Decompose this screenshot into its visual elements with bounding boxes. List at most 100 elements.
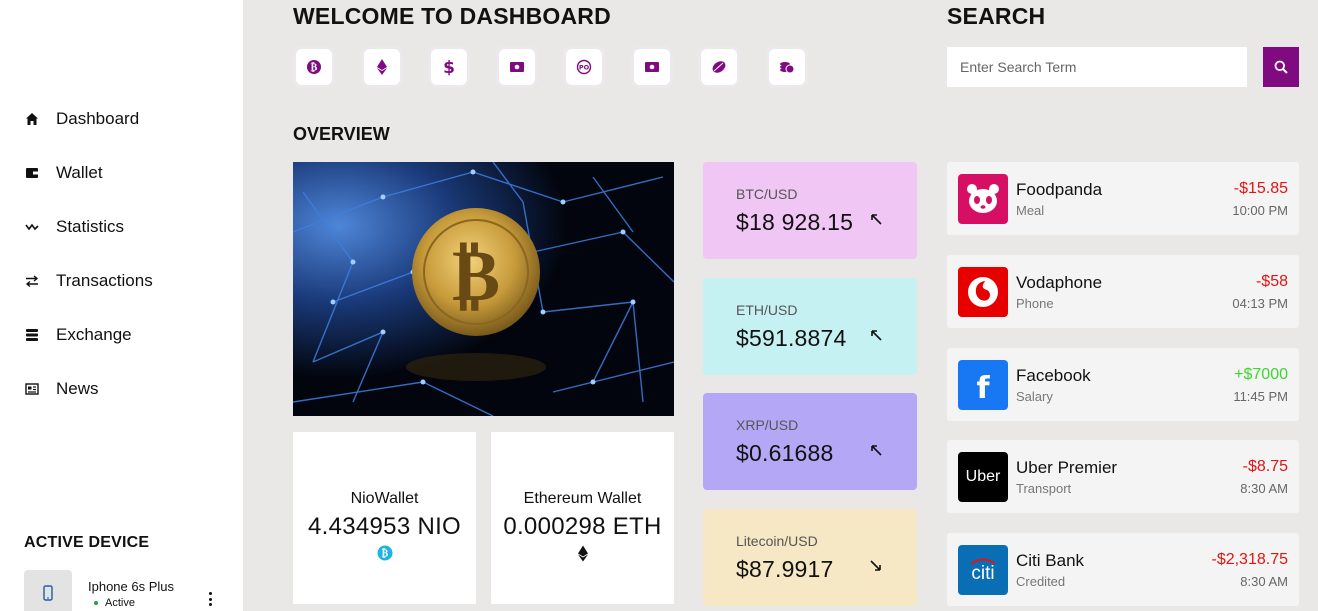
money-icon[interactable]: [630, 46, 673, 88]
transaction-category: Transport: [1016, 481, 1072, 496]
rate-pair: ETH/USD: [736, 302, 798, 318]
rate-card-xrp[interactable]: XRP/USD $0.61688: [703, 393, 917, 490]
overview-title: OVERVIEW: [293, 124, 390, 144]
transaction-category: Credited: [1016, 574, 1066, 589]
status-dot: [94, 601, 98, 605]
home-icon: [24, 111, 40, 127]
transaction-amount: -$15.85: [1233, 180, 1288, 197]
wallet-name: NioWallet: [350, 490, 419, 507]
device-info: Iphone 6s Plus Active: [88, 579, 174, 611]
transaction-time: 04:13 PM: [1232, 296, 1288, 311]
transaction-item-uber[interactable]: Uber Uber Premier Transport -$8.75 8:30 …: [947, 440, 1299, 513]
search-title: SEARCH: [947, 3, 1046, 29]
sidebar-nav: Dashboard Wallet Statistics Transactions…: [0, 92, 243, 416]
nav-label: Transactions: [56, 271, 153, 290]
citi-logo-text: citi: [971, 563, 995, 584]
leaf-coin-icon[interactable]: [698, 46, 740, 88]
rate-price: $0.61688: [736, 440, 834, 466]
wallet-value: 4.434953 NIO: [307, 513, 462, 540]
nav-label: News: [56, 379, 99, 398]
bitcoin-icon: ₿: [293, 545, 476, 561]
transaction-item-foodpanda[interactable]: Foodpanda Meal -$15.85 10:00 PM: [947, 162, 1299, 235]
transaction-time: 8:30 AM: [1240, 574, 1288, 589]
uber-logo-text: Uber: [965, 468, 1001, 485]
transaction-category: Phone: [1016, 296, 1054, 311]
rate-price: $591.8874: [736, 325, 847, 351]
vodafone-icon: [958, 267, 1008, 317]
svg-text:PO: PO: [579, 64, 590, 72]
transaction-category: Salary: [1016, 389, 1053, 404]
citi-icon: citi: [958, 545, 1008, 595]
transaction-name: Foodpanda: [1016, 180, 1103, 199]
search-button[interactable]: [1263, 47, 1299, 87]
svg-text:₿: ₿: [381, 548, 388, 560]
device-name: Iphone 6s Plus: [88, 579, 175, 594]
more-options-icon[interactable]: [206, 592, 214, 606]
facebook-icon: f: [958, 360, 1008, 410]
nio-wallet-card[interactable]: NioWallet 4.434953 NIO ₿: [293, 432, 476, 604]
device-status-label: Active: [105, 597, 135, 609]
exchange-icon: [24, 327, 40, 343]
ethereum-icon: [491, 545, 674, 562]
ethereum-icon[interactable]: [360, 46, 403, 88]
transaction-time: 11:45 PM: [1233, 389, 1288, 404]
payoneer-icon[interactable]: PO: [563, 46, 605, 88]
wallet-value: 0.000298 ETH: [503, 513, 662, 540]
transactions-icon: [24, 273, 40, 289]
page-title: WELCOME TO DASHBOARD: [293, 3, 611, 29]
bitcoin-network-image: ₿: [293, 162, 674, 416]
statistics-icon: [24, 219, 40, 235]
rate-card-litecoin[interactable]: Litecoin/USD $87.9917: [703, 509, 917, 606]
coin-stack-icon[interactable]: [765, 46, 808, 88]
transaction-item-facebook[interactable]: f Facebook Salary +$7000 11:45 PM: [947, 348, 1299, 421]
transaction-amount: +$7000: [1234, 366, 1288, 383]
nav-label: Exchange: [56, 325, 132, 344]
arrow-up-left-icon: [871, 330, 882, 341]
coin-selector: ₿ $ PO: [293, 46, 833, 88]
active-device-title: ACTIVE DEVICE: [24, 534, 150, 551]
nav-item-exchange[interactable]: Exchange: [0, 308, 243, 362]
nav-item-news[interactable]: News: [0, 362, 243, 416]
transaction-name: Uber Premier: [1016, 458, 1118, 477]
arrow-up-left-icon: [871, 445, 882, 456]
active-device[interactable]: Iphone 6s Plus Active: [24, 570, 224, 611]
rate-card-btc[interactable]: BTC/USD $18 928.15: [703, 162, 917, 259]
nav-item-transactions[interactable]: Transactions: [0, 254, 243, 308]
transaction-time: 8:30 AM: [1240, 481, 1288, 496]
transaction-item-citi[interactable]: citi Citi Bank Credited -$2,318.75 8:30 …: [947, 533, 1299, 606]
transaction-time: 10:00 PM: [1232, 203, 1288, 218]
nav-label: Wallet: [56, 163, 103, 182]
device-status: Active: [88, 597, 174, 609]
transaction-name: Vodaphone: [1016, 273, 1103, 292]
phone-icon: [24, 570, 72, 611]
news-icon: [24, 381, 40, 397]
rate-price: $18 928.15: [736, 209, 854, 235]
rate-pair: Litecoin/USD: [736, 533, 818, 549]
nav-item-wallet[interactable]: Wallet: [0, 146, 243, 200]
nav-label: Dashboard: [56, 109, 140, 128]
sidebar: Dashboard Wallet Statistics Transactions…: [0, 0, 243, 611]
wallet-name: Ethereum Wallet: [523, 490, 642, 507]
foodpanda-icon: [958, 174, 1008, 224]
transaction-amount: -$58: [1255, 273, 1288, 290]
transaction-category: Meal: [1016, 203, 1045, 218]
ethereum-wallet-card[interactable]: Ethereum Wallet 0.000298 ETH: [491, 432, 674, 604]
transaction-item-vodaphone[interactable]: Vodaphone Phone -$58 04:13 PM: [947, 255, 1299, 328]
cash-icon[interactable]: [495, 46, 538, 88]
nav-item-statistics[interactable]: Statistics: [0, 200, 243, 254]
wallet-icon: [24, 165, 40, 181]
transaction-name: Citi Bank: [1016, 551, 1085, 570]
uber-icon: Uber: [958, 452, 1008, 502]
bitcoin-icon[interactable]: ₿: [293, 46, 335, 88]
svg-text:₿: ₿: [311, 62, 318, 74]
nav-label: Statistics: [56, 217, 125, 236]
transaction-amount: -$2,318.75: [1211, 551, 1288, 568]
nav-item-dashboard[interactable]: Dashboard: [0, 92, 243, 146]
rate-pair: BTC/USD: [736, 186, 798, 202]
transaction-amount: -$8.75: [1242, 458, 1288, 475]
dollar-icon[interactable]: $: [428, 46, 470, 88]
svg-text:f: f: [976, 371, 990, 405]
search-input[interactable]: [947, 47, 1247, 87]
svg-text:$: $: [443, 58, 455, 76]
rate-card-eth[interactable]: ETH/USD $591.8874: [703, 278, 917, 375]
